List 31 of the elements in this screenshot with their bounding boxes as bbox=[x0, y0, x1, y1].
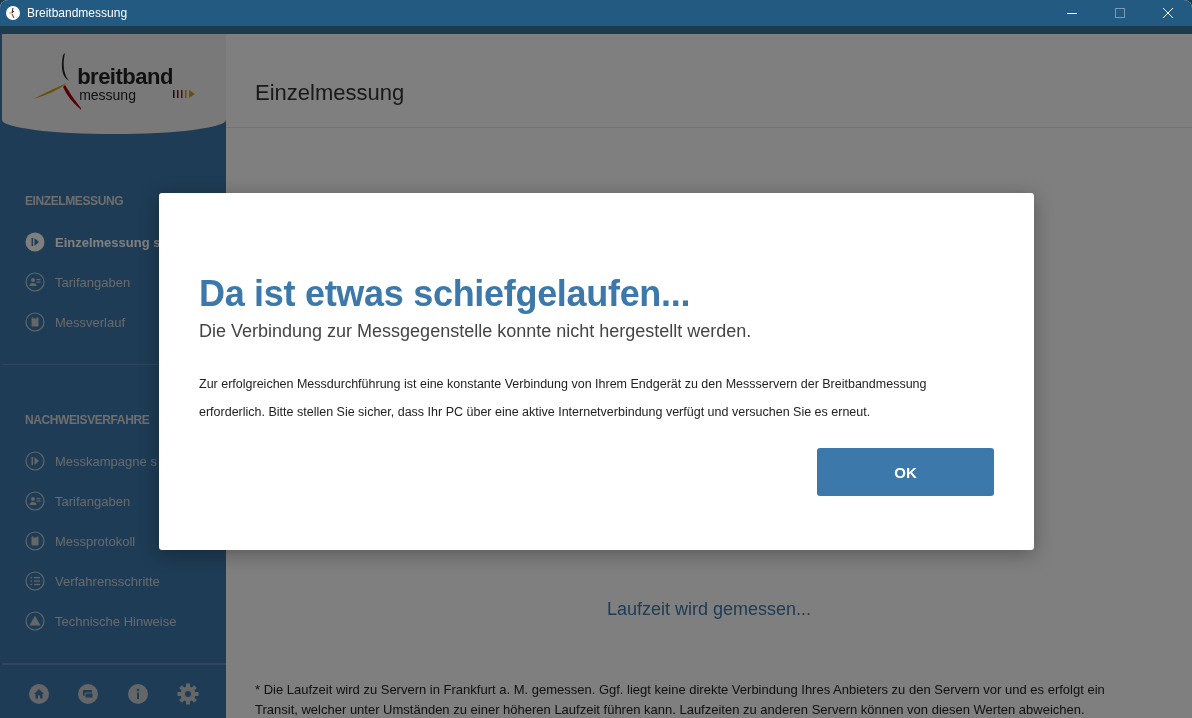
section-heading: EINZELMESSUNG bbox=[24, 194, 125, 208]
play-icon bbox=[25, 451, 45, 471]
warning-icon bbox=[25, 611, 45, 631]
signal-bars-icon bbox=[172, 89, 195, 99]
settings-icon[interactable] bbox=[177, 682, 200, 705]
list-icon bbox=[25, 571, 45, 591]
dialog-message: Zur erfolgreichen Messdurchführung ist eine konstante Verbindung von Ihrem Endgerät zu den Messservern der Breitbandmessung erforderlich. Bitte stellen Sie sicher, dass Ihr PC über eine aktive Internetverbindung verfügt und versuchen Sie es erneut. bbox=[199, 376, 928, 421]
footnote: * Die Laufzeit wird zu Servern in Frankfurt a. M. gemessen. Ggf. liegt keine direkte Verbindung Ihres Anbieters zu den Servern vor und es erfolgt ein Transit, welcher unter Umständen zu einer höheren Laufzeit führen kann. Laufzeiten zu anderen Servern können von diesen Werten abweichen. bbox=[254, 681, 1106, 718]
maximize-icon[interactable] bbox=[1114, 7, 1126, 19]
logo-subtext: messung bbox=[79, 88, 137, 102]
home-icon[interactable] bbox=[28, 683, 49, 704]
nav-item[interactable]: Verfahrensschritte bbox=[2, 561, 226, 601]
person-card-icon bbox=[25, 272, 45, 292]
nav-item[interactable]: Technische Hinweise bbox=[2, 601, 226, 641]
dialog-subtitle: Die Verbindung zur Messgegenstelle konnte nicht hergestellt werden. bbox=[199, 321, 753, 342]
status-text: Laufzeit wird gemessen... bbox=[606, 599, 812, 620]
page-title: Einzelmessung bbox=[255, 79, 405, 106]
clipboard-icon bbox=[25, 531, 45, 551]
clipboard-icon bbox=[25, 312, 45, 332]
close-icon[interactable] bbox=[1162, 7, 1174, 19]
person-card-icon bbox=[25, 491, 45, 511]
ok-button[interactable]: OK bbox=[817, 448, 994, 496]
chat-icon[interactable] bbox=[78, 683, 99, 704]
window-title: Breitbandmessung bbox=[27, 6, 129, 20]
nav-item[interactable]: Tarifangaben bbox=[2, 481, 226, 521]
play-icon bbox=[25, 232, 45, 252]
nav-item[interactable]: Messprotokoll bbox=[2, 521, 226, 561]
info-icon[interactable] bbox=[127, 683, 148, 704]
logo-text: breitband bbox=[77, 66, 173, 88]
section-heading: NACHWEISVERFAHRE bbox=[24, 413, 151, 427]
dialog-title: Da ist etwas schiefgelaufen... bbox=[199, 273, 692, 315]
